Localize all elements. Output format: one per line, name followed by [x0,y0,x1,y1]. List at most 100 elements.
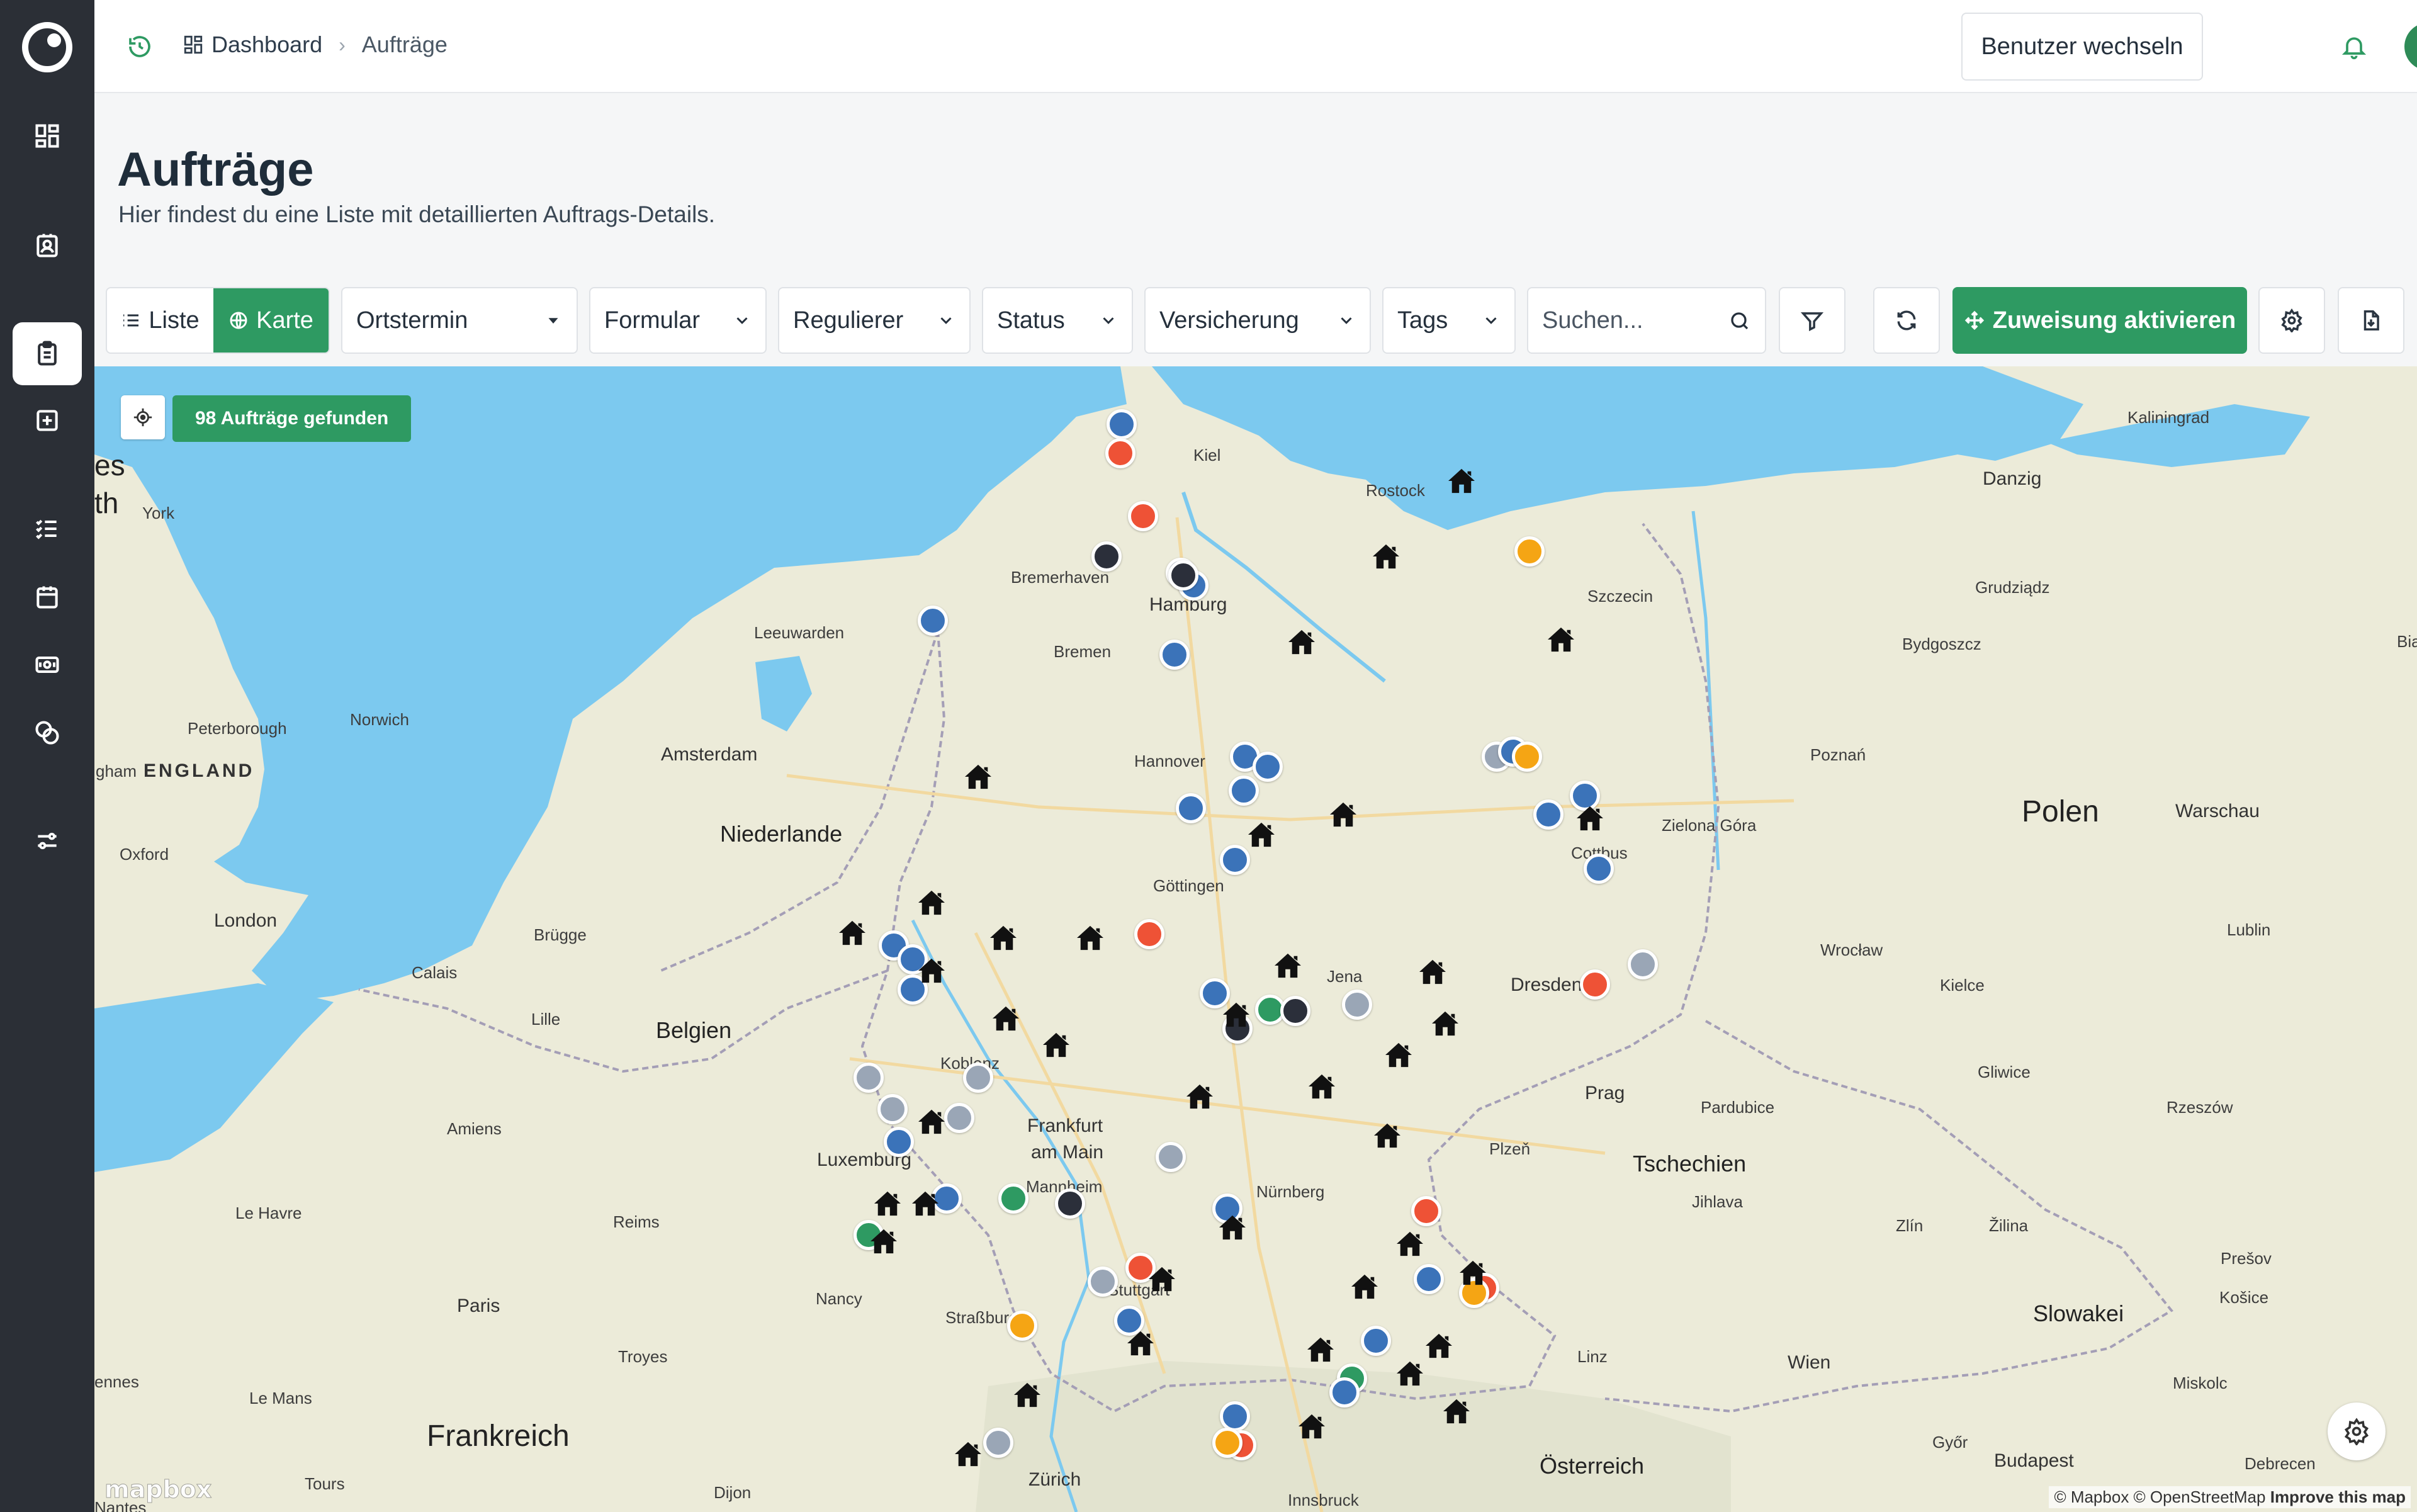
filter-button[interactable] [1779,287,1845,354]
order-marker[interactable] [1361,1326,1391,1356]
order-marker[interactable] [944,1103,974,1133]
filter-ortstermin[interactable]: Ortstermin [341,287,578,354]
filter-status[interactable]: Status [982,287,1133,354]
order-marker[interactable] [1584,854,1614,884]
house-icon[interactable] [917,1109,946,1135]
order-marker[interactable] [1220,1401,1250,1431]
avatar[interactable]: D [2404,23,2417,71]
house-icon[interactable] [1395,1360,1424,1387]
order-marker[interactable] [1514,536,1545,567]
house-icon[interactable] [1076,925,1105,951]
order-marker[interactable] [983,1428,1013,1458]
order-marker[interactable] [1280,996,1310,1026]
order-marker[interactable] [1342,990,1372,1020]
house-icon[interactable] [1418,959,1447,985]
house-icon[interactable] [1329,801,1358,828]
house-icon[interactable] [917,957,946,984]
house-icon[interactable] [1547,626,1575,653]
house-icon[interactable] [1287,629,1316,655]
map-settings-button[interactable] [2328,1402,2386,1460]
filter-regulierer[interactable]: Regulierer [778,287,971,354]
order-marker[interactable] [1091,541,1122,572]
improve-map-link[interactable]: Improve this map [2270,1487,2406,1506]
order-marker[interactable] [1134,919,1164,949]
house-icon[interactable] [1442,1398,1471,1425]
house-icon[interactable] [1147,1266,1176,1292]
order-marker[interactable] [1128,501,1158,531]
order-marker[interactable] [1229,776,1259,806]
view-map-button[interactable]: Karte [213,288,329,353]
order-marker[interactable] [1107,409,1137,439]
house-icon[interactable] [1350,1273,1379,1300]
sidebar-item-dashboard[interactable] [13,104,82,167]
house-icon[interactable] [1458,1260,1487,1286]
house-icon[interactable] [954,1441,983,1467]
sidebar-item-contacts[interactable] [13,214,82,277]
house-icon[interactable] [838,920,867,946]
house-icon[interactable] [1297,1413,1326,1440]
mapbox-logo[interactable]: mapbox [104,1475,211,1504]
house-icon[interactable] [1042,1032,1071,1058]
order-marker[interactable] [1212,1428,1242,1458]
house-icon[interactable] [991,1005,1020,1032]
house-icon[interactable] [1384,1042,1413,1068]
house-icon[interactable] [1247,821,1276,848]
order-marker[interactable] [1088,1267,1118,1297]
house-icon[interactable] [911,1190,940,1217]
order-marker[interactable] [884,1127,914,1157]
house-icon[interactable] [1013,1382,1042,1408]
switch-user-button[interactable]: Benutzer wechseln [1961,13,2203,81]
app-logo[interactable] [22,22,72,72]
order-marker[interactable] [877,1094,908,1124]
house-icon[interactable] [1373,1122,1402,1149]
history-icon[interactable] [127,34,152,59]
filter-tags[interactable]: Tags [1382,287,1516,354]
locate-button[interactable] [121,395,165,439]
house-icon[interactable] [873,1190,902,1217]
house-icon[interactable] [1307,1073,1336,1100]
sidebar-item-payments[interactable] [13,701,82,764]
order-marker[interactable] [1533,799,1563,830]
order-marker[interactable] [1168,560,1198,590]
house-icon[interactable] [1395,1231,1424,1257]
order-marker[interactable] [1512,742,1542,772]
sidebar-item-orders[interactable] [13,322,82,385]
order-marker[interactable] [1628,949,1658,979]
order-marker[interactable] [1580,969,1610,1000]
house-icon[interactable] [964,764,993,790]
search-input[interactable]: Suchen... [1527,287,1766,354]
attribution-text[interactable]: © Mapbox © OpenStreetMap [2054,1487,2265,1506]
bell-icon[interactable] [2340,33,2368,60]
house-icon[interactable] [917,889,946,916]
house-icon[interactable] [1222,1001,1251,1028]
order-marker[interactable] [1414,1264,1444,1294]
order-marker[interactable] [918,606,948,636]
house-icon[interactable] [1431,1010,1460,1037]
order-marker[interactable] [1156,1142,1186,1172]
refresh-button[interactable] [1873,287,1940,354]
house-icon[interactable] [1126,1330,1155,1357]
order-marker[interactable] [998,1183,1028,1214]
sidebar-item-billing[interactable] [13,633,82,696]
map[interactable]: Kaliningrad Kiel Rostock Danzig Bremerha… [94,366,2417,1512]
order-marker[interactable] [1329,1377,1360,1408]
order-marker[interactable] [1007,1311,1037,1341]
house-icon[interactable] [1447,468,1476,494]
house-icon[interactable] [1185,1083,1214,1110]
house-icon[interactable] [1424,1333,1453,1359]
order-marker[interactable] [1159,640,1190,670]
view-list-button[interactable]: Liste [107,288,213,353]
order-marker[interactable] [1055,1188,1085,1219]
sidebar-item-tasks[interactable] [13,497,82,560]
house-icon[interactable] [1575,805,1604,832]
breadcrumb-dashboard[interactable]: Dashboard [211,31,322,58]
sidebar-item-calendar[interactable] [13,565,82,628]
sidebar-item-new[interactable] [13,389,82,452]
house-icon[interactable] [1372,543,1400,570]
order-marker[interactable] [1220,845,1250,875]
filter-formular[interactable]: Formular [589,287,767,354]
assign-button[interactable]: Zuweisung aktivieren [1952,287,2247,354]
export-button[interactable] [2338,287,2404,354]
order-marker[interactable] [1411,1196,1441,1226]
house-icon[interactable] [869,1228,898,1255]
